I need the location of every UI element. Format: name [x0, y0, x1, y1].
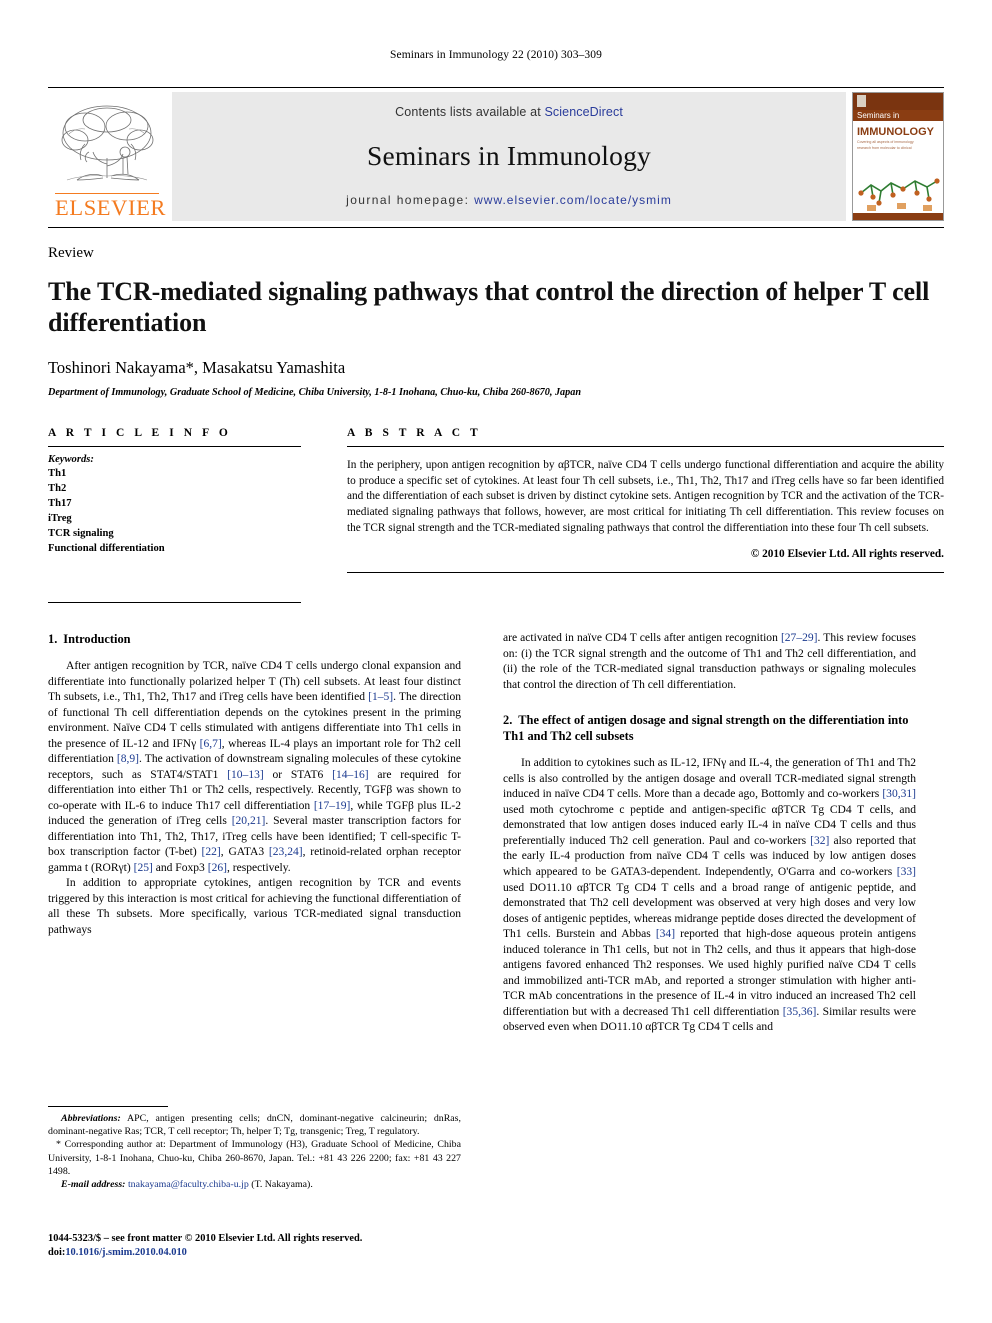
- keyword-item: Th17: [48, 497, 72, 509]
- section-heading-antigen-dosage: 2. The effect of antigen dosage and signa…: [503, 712, 916, 744]
- elsevier-tree-icon: [55, 99, 159, 192]
- info-abstract-block: A R T I C L E I N F O Keywords: Th1 Th2 …: [48, 426, 944, 604]
- journal-cover-thumbnail[interactable]: Seminars in IMMUNOLOGY Covering all aspe…: [852, 92, 944, 221]
- author-names: Toshinori Nakayama*, Masakatsu Yamashita: [48, 357, 346, 377]
- citation-ref[interactable]: [10–13]: [227, 769, 264, 781]
- citation-ref[interactable]: [25]: [134, 862, 153, 874]
- abstract-text: In the periphery, upon antigen recogniti…: [347, 459, 944, 534]
- journal-band: Contents lists available at ScienceDirec…: [172, 92, 846, 221]
- article-page: Seminars in Immunology 22 (2010) 303–309: [0, 0, 992, 1323]
- homepage-prefix: journal homepage:: [346, 193, 475, 207]
- section2-paragraph-1: In addition to cytokines such as IL-12, …: [503, 756, 916, 1035]
- citation-ref[interactable]: [17–19]: [314, 800, 351, 812]
- citation-ref[interactable]: [14–16]: [332, 769, 369, 781]
- journal-cover-art: Seminars in IMMUNOLOGY Covering all aspe…: [853, 93, 943, 220]
- journal-title: Seminars in Immunology: [367, 140, 651, 172]
- citation-ref[interactable]: [35,36]: [783, 1006, 817, 1018]
- contents-lists-line: Contents lists available at ScienceDirec…: [395, 105, 623, 119]
- svg-text:Covering all aspects of immuno: Covering all aspects of immunology: [857, 140, 914, 144]
- citation-ref[interactable]: [22]: [202, 846, 221, 858]
- abstract-column: A B S T R A C T In the periphery, upon a…: [347, 427, 944, 603]
- section-number: 1.: [48, 632, 58, 647]
- text-run: and Foxp3: [152, 861, 208, 874]
- text-run: reported that high-dose aqueous protein …: [503, 928, 916, 1018]
- body-columns: 1. Introduction After antigen recognition…: [48, 631, 944, 1191]
- citation-ref[interactable]: [34]: [656, 928, 675, 940]
- section-title: Introduction: [63, 632, 131, 647]
- citation-ref[interactable]: [27–29]: [781, 632, 818, 644]
- journal-masthead: ELSEVIER Contents lists available at Sci…: [48, 92, 944, 221]
- journal-homepage-url[interactable]: www.elsevier.com/locate/ysmim: [474, 193, 672, 207]
- page-title: The TCR-mediated signaling pathways that…: [48, 277, 930, 337]
- sciencedirect-link[interactable]: ScienceDirect: [545, 105, 623, 119]
- svg-text:research from molecular to cli: research from molecular to clinical: [857, 146, 912, 150]
- text-run: , GATA3: [220, 846, 269, 859]
- abstract-bottom-rule: [347, 571, 944, 573]
- elsevier-wordmark: ELSEVIER: [55, 192, 167, 220]
- citation-ref[interactable]: [33]: [897, 866, 916, 878]
- footnote-block: Abbreviations: APC, antigen presenting c…: [48, 1106, 461, 1191]
- article-info-rule: [48, 445, 301, 447]
- elsevier-logo[interactable]: ELSEVIER: [48, 92, 166, 221]
- affiliation: Department of Immunology, Graduate Schoo…: [48, 386, 582, 398]
- section-heading-introduction: 1. Introduction: [48, 631, 461, 647]
- text-run: In addition to cytokines such as IL-12, …: [503, 757, 916, 801]
- footnote-abbreviations: Abbreviations: APC, antigen presenting c…: [48, 1112, 461, 1138]
- front-matter-line: 1044-5323/$ – see front matter © 2010 El…: [48, 1232, 363, 1244]
- keywords-label: Keywords:: [48, 453, 94, 465]
- article-info-heading: A R T I C L E I N F O: [48, 426, 232, 439]
- footnote-corresponding-author: * Corresponding author at: Department of…: [48, 1138, 461, 1178]
- abstract-copyright: © 2010 Elsevier Ltd. All rights reserved…: [750, 547, 944, 560]
- abstract-rule: [347, 445, 944, 447]
- abbrev-label: Abbreviations:: [61, 1113, 121, 1125]
- citation-ref[interactable]: [1–5]: [368, 691, 393, 703]
- corresponding-text: * Corresponding author at: Department of…: [48, 1139, 461, 1177]
- email-link[interactable]: tnakayama@faculty.chiba-u.jp: [128, 1179, 249, 1190]
- text-run: are activated in naïve CD4 T cells after…: [503, 632, 781, 645]
- svg-text:IMMUNOLOGY: IMMUNOLOGY: [857, 126, 935, 138]
- intro-continuation: are activated in naïve CD4 T cells after…: [503, 631, 916, 693]
- article-info-column: A R T I C L E I N F O Keywords: Th1 Th2 …: [48, 426, 301, 604]
- email-suffix: (T. Nakayama).: [248, 1178, 313, 1190]
- citation-ref[interactable]: [20,21]: [232, 815, 266, 827]
- section-number: 2.: [503, 713, 513, 728]
- svg-text:Seminars in: Seminars in: [857, 111, 899, 120]
- email-label: E-mail address:: [61, 1178, 126, 1190]
- doi-label: doi:: [48, 1246, 66, 1258]
- text-run: or STAT6: [263, 768, 333, 781]
- keyword-item: Functional differentiation: [48, 543, 165, 555]
- section-title: The effect of antigen dosage and signal …: [503, 713, 909, 744]
- page-footer: 1044-5323/$ – see front matter © 2010 El…: [48, 1232, 468, 1260]
- citation-ref[interactable]: [26]: [208, 862, 227, 874]
- intro-paragraph-1: After antigen recognition by TCR, naïve …: [48, 659, 461, 876]
- citation-ref[interactable]: [30,31]: [882, 788, 916, 800]
- article-info-bottom-rule: [48, 602, 301, 604]
- intro-paragraph-2: In addition to appropriate cytokines, an…: [48, 877, 461, 936]
- article-type: Review: [48, 245, 94, 261]
- author-list: Toshinori Nakayama*, Masakatsu Yamashita: [48, 358, 944, 378]
- keyword-item: Th2: [48, 482, 67, 494]
- text-run: , respectively.: [226, 861, 291, 874]
- keyword-item: TCR signaling: [48, 528, 114, 539]
- doi-line: doi:10.1016/j.smim.2010.04.010: [48, 1246, 468, 1260]
- contents-prefix: Contents lists available at: [395, 105, 545, 119]
- keyword-item: Th1: [48, 467, 67, 479]
- citation-ref[interactable]: [23,24]: [269, 846, 303, 858]
- doi-link[interactable]: 10.1016/j.smim.2010.04.010: [65, 1247, 187, 1258]
- citation-ref[interactable]: [32]: [810, 835, 829, 847]
- abstract-heading: A B S T R A C T: [347, 426, 482, 439]
- footnote-rule: [48, 1106, 168, 1108]
- masthead-bottom-rule: [48, 227, 944, 228]
- running-head: Seminars in Immunology 22 (2010) 303–309: [390, 49, 602, 61]
- footnote-email: E-mail address: tnakayama@faculty.chiba-…: [48, 1178, 461, 1191]
- keyword-item: iTreg: [48, 512, 72, 524]
- body-column-right: are activated in naïve CD4 T cells after…: [503, 631, 916, 1191]
- masthead-top-rule: [48, 87, 944, 88]
- citation-ref[interactable]: [6,7]: [200, 738, 222, 750]
- body-column-left: 1. Introduction After antigen recognition…: [48, 631, 461, 1191]
- journal-homepage-line: journal homepage: www.elsevier.com/locat…: [346, 193, 672, 207]
- citation-ref[interactable]: [8,9]: [117, 753, 139, 765]
